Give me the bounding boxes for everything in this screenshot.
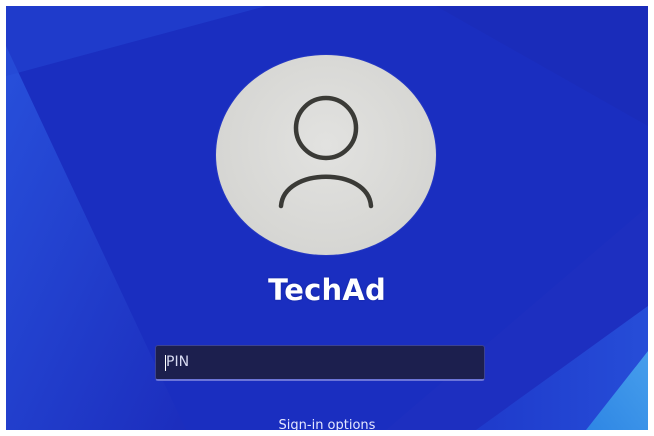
person-icon xyxy=(278,95,374,209)
sign-in-options-link[interactable]: Sign-in options xyxy=(6,418,648,430)
user-avatar xyxy=(216,55,436,255)
user-name: TechAd xyxy=(268,273,386,307)
pin-input[interactable] xyxy=(166,346,476,378)
lock-screen: TechAd Sign-in options xyxy=(6,6,648,430)
pin-field[interactable] xyxy=(155,345,485,381)
